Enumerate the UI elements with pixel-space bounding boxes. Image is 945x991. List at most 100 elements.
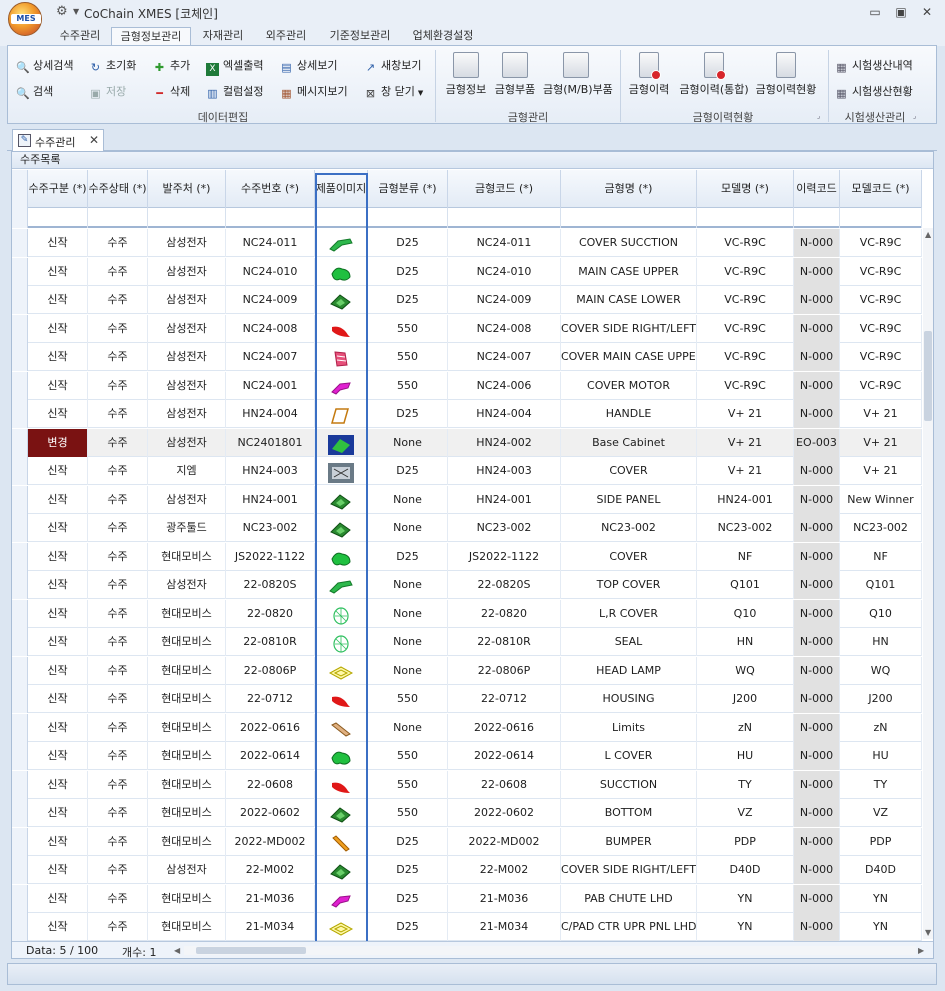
cell-product-image[interactable] [315,457,368,485]
product-thumbnail-image[interactable] [315,862,367,884]
column-header-order-type[interactable]: 수주구분 (*) [28,170,88,208]
column-header-model-code[interactable]: 모델코드 (*) [840,170,922,208]
mold-history-status-button[interactable]: 금형이력현황 [754,52,818,97]
row-indicator[interactable] [12,913,28,941]
table-row[interactable]: 신작 수주 현대모비스 2022-0616 None 2022-0616 Limits zN N… [12,713,922,742]
row-indicator[interactable] [12,856,28,884]
save-button[interactable]: ▣ 저장 [89,83,126,100]
product-thumbnail-image[interactable] [315,235,367,257]
table-row[interactable]: 신작 수주 현대모비스 2022-0602 550 2022-0602 BOTTOM VZ N-… [12,799,922,827]
product-thumbnail-image[interactable] [315,463,367,485]
product-thumbnail-image[interactable] [315,577,367,599]
tab-material-mgmt[interactable]: 자재관리 [194,27,252,46]
search-button[interactable]: 🔍 검색 [16,83,53,100]
document-tab[interactable]: ✎ 수주관리 ✕ [12,129,104,151]
cell-product-image[interactable] [315,884,368,913]
row-indicator[interactable] [12,371,28,400]
tab-outsourcing-mgmt[interactable]: 외주관리 [257,27,315,46]
filter-cell-order-status[interactable] [88,208,148,228]
product-thumbnail-image[interactable] [315,805,367,827]
minimize-button[interactable]: ▭ [866,4,884,20]
mold-history-integrated-button[interactable]: 금형이력(통합) [677,52,751,97]
product-thumbnail-image[interactable] [315,492,367,514]
filter-cell-mold-class[interactable] [368,208,448,228]
table-row[interactable]: 신작 수주 현대모비스 22-0806P None 22-0806P HEAD LAMP WQ… [12,656,922,685]
row-indicator[interactable] [12,656,28,685]
cell-product-image[interactable] [315,229,368,257]
product-thumbnail-image[interactable] [315,691,367,713]
column-header-mold-code[interactable]: 금형코드 (*) [448,170,561,208]
row-indicator[interactable] [12,599,28,628]
row-indicator[interactable] [12,485,28,514]
row-indicator[interactable] [12,257,28,286]
product-thumbnail-image[interactable] [315,549,367,571]
mold-parts-button[interactable]: 금형부품 [493,52,537,97]
cell-product-image[interactable] [315,542,368,571]
cell-product-image[interactable] [315,685,368,713]
app-logo[interactable]: MES [8,2,42,36]
table-row[interactable]: 신작 수주 현대모비스 2022-0614 550 2022-0614 L COVER HU N… [12,742,922,770]
row-indicator[interactable] [12,542,28,571]
product-thumbnail-image[interactable] [315,321,367,343]
scroll-right-icon[interactable]: ▶ [918,946,924,955]
column-header-model-name[interactable]: 모델명 (*) [697,170,794,208]
product-thumbnail-image[interactable] [315,663,367,685]
table-row[interactable]: 신작 수주 현대모비스 22-0608 550 22-0608 SUCCTION TY N-00… [12,770,922,799]
row-indicator[interactable] [12,742,28,770]
product-thumbnail-image[interactable] [315,292,367,314]
close-icon[interactable]: ✕ [89,133,99,147]
row-indicator[interactable] [12,229,28,257]
add-button[interactable]: ✚ 추가 [153,57,190,74]
mold-mb-parts-button[interactable]: 금형(M/B)부품 [543,52,613,97]
reset-button[interactable]: ↻ 초기화 [89,57,136,74]
cell-product-image[interactable] [315,856,368,884]
horizontal-scrollbar[interactable]: ◀ ▶ [174,946,924,955]
scroll-down-icon[interactable]: ▼ [925,928,931,937]
cell-product-image[interactable] [315,400,368,428]
column-header-client[interactable]: 발주처 (*) [148,170,226,208]
cell-product-image[interactable] [315,770,368,799]
close-window-button[interactable]: ⊠ 창 닫기 ▼ [364,83,423,100]
search-detail-button[interactable]: 🔍 상세검색 [16,57,73,74]
trial-production-log-button[interactable]: ▦ 시험생산내역 [835,57,912,74]
row-indicator[interactable] [12,286,28,314]
vertical-scrollbar[interactable]: ▲ ▼ [923,228,933,939]
table-row[interactable]: 신작 수주 현대모비스 21-M034 D25 21-M034 C/PAD CTR UPR … [12,913,922,941]
product-thumbnail-image[interactable] [315,748,367,770]
tab-base-info-mgmt[interactable]: 기준정보관리 [320,27,400,46]
cell-product-image[interactable] [315,599,368,628]
table-row[interactable]: 신작 수주 지엠 HN24-003 D25 HN24-003 COVER V+ 21 N-000… [12,457,922,485]
table-row[interactable]: 신작 수주 삼성전자 NC24-007 550 NC24-007 COVER MAIN CA… [12,343,922,371]
row-indicator[interactable] [12,457,28,485]
excel-export-button[interactable]: X 엑셀출력 [206,57,263,76]
filter-cell-mold-name[interactable] [561,208,697,228]
table-row[interactable]: 신작 수주 현대모비스 JS2022-1122 D25 JS2022-1122 COVER N… [12,542,922,571]
mold-history-button[interactable]: 금형이력 [626,52,672,97]
row-indicator[interactable] [12,799,28,827]
cell-product-image[interactable] [315,314,368,343]
cell-product-image[interactable] [315,656,368,685]
cell-product-image[interactable] [315,514,368,542]
column-header-mold-name[interactable]: 금형명 (*) [561,170,697,208]
filter-cell-order-type[interactable] [28,208,88,228]
product-thumbnail-image[interactable] [315,264,367,286]
cell-product-image[interactable] [315,371,368,400]
product-thumbnail-image[interactable] [315,720,367,742]
row-indicator[interactable] [12,571,28,599]
cell-product-image[interactable] [315,286,368,314]
table-row[interactable]: 신작 수주 삼성전자 NC24-011 D25 NC24-011 COVER SUCCTIO… [12,229,922,257]
column-settings-button[interactable]: ▥ 컬럼설정 [206,83,263,100]
cell-product-image[interactable] [315,827,368,856]
table-row[interactable]: 신작 수주 삼성전자 22-M002 D25 22-M002 COVER SIDE RIGH… [12,856,922,884]
row-indicator[interactable] [12,428,28,457]
product-thumbnail-image[interactable] [315,406,367,428]
trial-production-status-button[interactable]: ▦ 시험생산현황 [835,83,912,100]
table-row[interactable]: 신작 수주 현대모비스 21-M036 D25 21-M036 PAB CHUTE LHD Y… [12,884,922,913]
row-indicator[interactable] [12,628,28,656]
cell-product-image[interactable] [315,913,368,941]
table-row[interactable]: 신작 수주 현대모비스 22-0712 550 22-0712 HOUSING J200 N-0… [12,685,922,713]
filter-cell-model-name[interactable] [697,208,794,228]
column-header-product-image[interactable]: 제품이미지 [315,170,368,208]
product-thumbnail-image[interactable] [315,834,367,856]
cell-product-image[interactable] [315,485,368,514]
